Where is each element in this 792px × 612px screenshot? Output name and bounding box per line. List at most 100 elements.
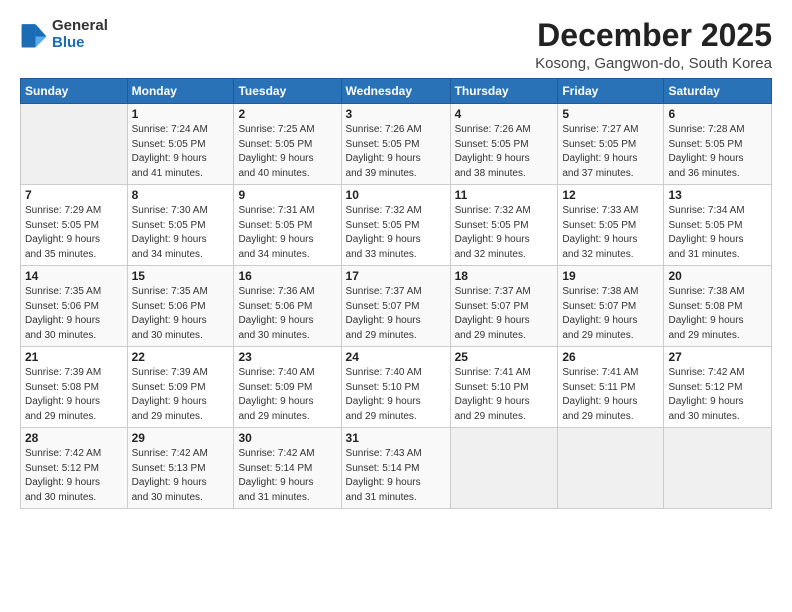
day-info: Sunrise: 7:32 AMSunset: 5:05 PMDaylight:… [455,204,554,262]
day-number: 16 [238,269,336,283]
day-number: 26 [562,350,659,364]
day-info: Sunrise: 7:26 AMSunset: 5:05 PMDaylight:… [346,123,446,181]
day-number: 20 [668,269,767,283]
day-info: Sunrise: 7:39 AMSunset: 5:08 PMDaylight:… [25,366,123,424]
calendar-week-row: 7 Sunrise: 7:29 AMSunset: 5:05 PMDaylight… [21,185,772,266]
day-number: 23 [238,350,336,364]
logo-line2: Blue [52,35,108,52]
day-number: 28 [25,431,123,445]
day-number: 18 [455,269,554,283]
calendar-cell: 17 Sunrise: 7:37 AMSunset: 5:07 PMDayligh… [341,266,450,347]
page: General Blue December 2025 Kosong, Gangw… [0,0,792,612]
logo-icon [20,21,48,49]
main-title: December 2025 [535,18,772,53]
day-number: 25 [455,350,554,364]
calendar-cell: 25Sunrise: 7:41 AMSunset: 5:10 PMDayligh… [450,347,558,428]
day-info: Sunrise: 7:32 AMSunset: 5:05 PMDaylight:… [346,204,446,262]
calendar-cell: 8 Sunrise: 7:30 AMSunset: 5:05 PMDaylight… [127,185,234,266]
day-number: 1 [132,107,230,121]
calendar-cell: 28Sunrise: 7:42 AMSunset: 5:12 PMDayligh… [21,428,128,509]
day-info: Sunrise: 7:41 AMSunset: 5:11 PMDaylight:… [562,366,659,424]
header: General Blue December 2025 Kosong, Gangw… [20,18,772,72]
day-info: Sunrise: 7:25 AMSunset: 5:05 PMDaylight:… [238,123,336,181]
day-number: 15 [132,269,230,283]
day-info: Sunrise: 7:27 AMSunset: 5:05 PMDaylight:… [562,123,659,181]
calendar-cell: 1Sunrise: 7:24 AMSunset: 5:05 PMDaylight… [127,104,234,185]
calendar-header-monday: Monday [127,79,234,104]
calendar-cell: 12Sunrise: 7:33 AMSunset: 5:05 PMDayligh… [558,185,664,266]
calendar-cell: 3 Sunrise: 7:26 AMSunset: 5:05 PMDaylight… [341,104,450,185]
day-number: 10 [346,188,446,202]
calendar-cell: 31Sunrise: 7:43 AMSunset: 5:14 PMDayligh… [341,428,450,509]
day-info: Sunrise: 7:40 AMSunset: 5:10 PMDaylight:… [346,366,446,424]
calendar-header-thursday: Thursday [450,79,558,104]
day-info: Sunrise: 7:34 AMSunset: 5:05 PMDaylight:… [668,204,767,262]
calendar-cell: 10 Sunrise: 7:32 AMSunset: 5:05 PMDayligh… [341,185,450,266]
calendar-cell [450,428,558,509]
calendar-cell: 4Sunrise: 7:26 AMSunset: 5:05 PMDaylight… [450,104,558,185]
calendar-cell: 5 Sunrise: 7:27 AMSunset: 5:05 PMDaylight… [558,104,664,185]
calendar-cell: 16 Sunrise: 7:36 AMSunset: 5:06 PMDayligh… [234,266,341,347]
day-number: 21 [25,350,123,364]
day-number: 9 [238,188,336,202]
day-number: 31 [346,431,446,445]
day-info: Sunrise: 7:42 AMSunset: 5:14 PMDaylight:… [238,447,336,505]
day-number: 29 [132,431,230,445]
day-info: Sunrise: 7:40 AMSunset: 5:09 PMDaylight:… [238,366,336,424]
calendar-cell: 26 Sunrise: 7:41 AMSunset: 5:11 PMDayligh… [558,347,664,428]
calendar-week-row: 1Sunrise: 7:24 AMSunset: 5:05 PMDaylight… [21,104,772,185]
calendar-cell: 20Sunrise: 7:38 AMSunset: 5:08 PMDayligh… [664,266,772,347]
day-info: Sunrise: 7:37 AMSunset: 5:07 PMDaylight:… [346,285,446,343]
day-number: 4 [455,107,554,121]
calendar-cell: 6Sunrise: 7:28 AMSunset: 5:05 PMDaylight… [664,104,772,185]
day-number: 12 [562,188,659,202]
day-number: 24 [346,350,446,364]
logo-line1: General [52,18,108,35]
calendar-week-row: 14 Sunrise: 7:35 AMSunset: 5:06 PMDayligh… [21,266,772,347]
calendar-cell [664,428,772,509]
day-number: 6 [668,107,767,121]
subtitle: Kosong, Gangwon-do, South Korea [535,55,772,72]
day-info: Sunrise: 7:39 AMSunset: 5:09 PMDaylight:… [132,366,230,424]
calendar-cell: 22 Sunrise: 7:39 AMSunset: 5:09 PMDayligh… [127,347,234,428]
calendar-cell: 9 Sunrise: 7:31 AMSunset: 5:05 PMDaylight… [234,185,341,266]
calendar-cell: 23 Sunrise: 7:40 AMSunset: 5:09 PMDayligh… [234,347,341,428]
day-number: 27 [668,350,767,364]
title-block: December 2025 Kosong, Gangwon-do, South … [535,18,772,72]
day-info: Sunrise: 7:30 AMSunset: 5:05 PMDaylight:… [132,204,230,262]
calendar-cell [21,104,128,185]
day-number: 5 [562,107,659,121]
calendar-cell: 14 Sunrise: 7:35 AMSunset: 5:06 PMDayligh… [21,266,128,347]
day-info: Sunrise: 7:35 AMSunset: 5:06 PMDaylight:… [25,285,123,343]
day-info: Sunrise: 7:42 AMSunset: 5:12 PMDaylight:… [668,366,767,424]
calendar-header-wednesday: Wednesday [341,79,450,104]
day-number: 2 [238,107,336,121]
logo: General Blue [20,18,108,51]
day-number: 11 [455,188,554,202]
calendar-header-tuesday: Tuesday [234,79,341,104]
day-number: 3 [346,107,446,121]
day-number: 19 [562,269,659,283]
calendar-cell: 11 Sunrise: 7:32 AMSunset: 5:05 PMDayligh… [450,185,558,266]
day-number: 8 [132,188,230,202]
day-info: Sunrise: 7:36 AMSunset: 5:06 PMDaylight:… [238,285,336,343]
calendar-cell: 24 Sunrise: 7:40 AMSunset: 5:10 PMDayligh… [341,347,450,428]
day-info: Sunrise: 7:35 AMSunset: 5:06 PMDaylight:… [132,285,230,343]
calendar-week-row: 21 Sunrise: 7:39 AMSunset: 5:08 PMDayligh… [21,347,772,428]
day-number: 17 [346,269,446,283]
calendar-header-friday: Friday [558,79,664,104]
day-info: Sunrise: 7:31 AMSunset: 5:05 PMDaylight:… [238,204,336,262]
calendar-header-row: SundayMondayTuesdayWednesdayThursdayFrid… [21,79,772,104]
calendar-header-sunday: Sunday [21,79,128,104]
day-number: 22 [132,350,230,364]
logo-text: General Blue [52,18,108,51]
calendar-cell: 15 Sunrise: 7:35 AMSunset: 5:06 PMDayligh… [127,266,234,347]
day-number: 13 [668,188,767,202]
day-number: 7 [25,188,123,202]
day-info: Sunrise: 7:29 AMSunset: 5:05 PMDaylight:… [25,204,123,262]
day-number: 30 [238,431,336,445]
calendar-table: SundayMondayTuesdayWednesdayThursdayFrid… [20,78,772,509]
calendar-cell: 30 Sunrise: 7:42 AMSunset: 5:14 PMDayligh… [234,428,341,509]
day-number: 14 [25,269,123,283]
day-info: Sunrise: 7:42 AMSunset: 5:13 PMDaylight:… [132,447,230,505]
